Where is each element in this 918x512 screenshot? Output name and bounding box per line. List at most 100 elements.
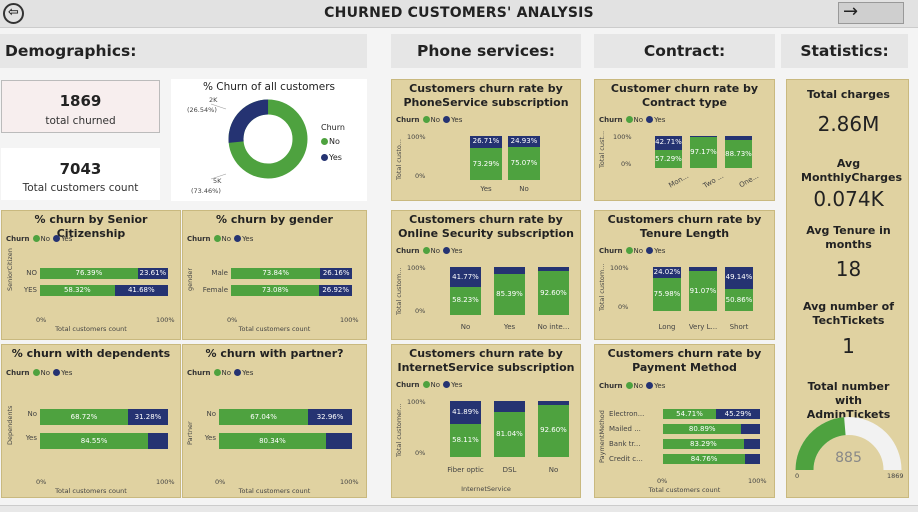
stat-total-charges-value: 2.86M [817, 112, 880, 136]
stat-avg-tech-label: Avg number of TechTickets [802, 300, 895, 327]
y-axis-label: Total cust... [598, 130, 606, 168]
kpi-churned-value: 1869 [59, 92, 102, 110]
donut-card: % Churn of all customers 2K (26.54%) 5K … [171, 79, 367, 201]
donut-no-pct: (73.46%) [191, 187, 221, 195]
legend-yes-label: Yes [242, 369, 254, 377]
legend-no-dot [422, 381, 430, 388]
chart-legend: Churn No Yes [6, 369, 72, 377]
bar-category-label: No [27, 410, 37, 418]
legend-no-dot [32, 369, 40, 376]
donut-yes-pct: (26.54%) [187, 106, 217, 114]
legend-yes-dot [53, 235, 61, 242]
bar-segment-no: 75.07% [508, 146, 540, 180]
legend-yes-dot [646, 382, 654, 389]
bar-category-label: Mon... [667, 172, 690, 190]
vbar-card-security: Customers churn rate by Online Security … [391, 210, 581, 340]
bottom-tab-strip [0, 505, 918, 512]
legend-no-label: No [633, 247, 644, 255]
legend-title: Churn [599, 247, 623, 255]
legend-yes-label: Yes [654, 247, 666, 255]
gauge-min: 0 [795, 472, 800, 480]
bar-segment-yes: 41.77% [450, 267, 481, 288]
y-axis-label: gender [186, 267, 194, 291]
chart-legend: Churn No Yes [599, 116, 665, 124]
donut-yes-count: 2K [209, 96, 218, 104]
legend-yes-dot [234, 235, 242, 242]
x-tick-min: 0% [36, 478, 47, 486]
y-axis-label: PaymentMethod [598, 410, 606, 463]
legend-title: Churn [396, 116, 420, 124]
legend-title: Churn [6, 235, 30, 243]
y-tick-max: 100% [407, 133, 426, 141]
bar-category-label: Female [202, 286, 228, 294]
hbar-card-2: % churn with dependents Churn No Yes No 68.72… [1, 344, 181, 498]
page-title: CHURNED CUSTOMERS' ANALYSIS [324, 5, 594, 21]
legend-no-label: No [430, 116, 441, 124]
chart-title: Customers churn rate by Tenure Length [607, 213, 762, 240]
y-tick-min: 0% [618, 303, 629, 311]
bar-segment-no: 57.29% [655, 149, 682, 168]
chart-legend: Churn No Yes [396, 381, 462, 389]
bar-segment-no: 50.86% [725, 288, 753, 311]
bar-category-label: Short [729, 323, 749, 331]
x-tick-max: 100% [748, 477, 767, 485]
kpi-total-label: Total customers count [22, 182, 139, 194]
bar-category-label: No [548, 466, 559, 474]
stat-total-charges-label: Total charges [807, 88, 890, 101]
bar-segment-yes: 41.89% [450, 401, 481, 425]
section-statistics: Statistics: [781, 34, 908, 68]
bar-category-label: Yes [204, 434, 216, 442]
vbar-card-contract: Customer churn rate by Contract type Chur… [594, 79, 775, 201]
legend-no-dot [422, 247, 430, 254]
legend-title: Churn [187, 235, 211, 243]
y-tick-min: 0% [415, 172, 426, 180]
chart-legend: Churn No Yes [6, 235, 72, 243]
bar-segment-no: 73.08% [231, 285, 320, 296]
legend-no-label: No [633, 116, 644, 124]
legend-no-dot [32, 235, 40, 242]
hbar-card-payment: Customers churn rate by Payment Method Ch… [594, 344, 775, 498]
bar-category-label: NO [26, 269, 37, 277]
bar-segment-no: 88.73% [725, 139, 752, 168]
y-axis-label: Total customer... [395, 403, 403, 457]
bar-category-label: Bank tr... [609, 440, 641, 448]
chart-title: % churn by gender [216, 213, 333, 226]
bar-segment-yes [741, 424, 760, 434]
x-tick-max: 100% [156, 316, 175, 324]
gauge-max: 1869 [887, 472, 904, 480]
bar-segment-no: 97.17% [690, 136, 717, 168]
hbar-card-0: % churn by Senior Citizenship Churn No Yes N… [1, 210, 181, 340]
y-axis-label: Total custo... [395, 139, 403, 180]
kpi-total-value: 7043 [59, 160, 102, 178]
chart-title: Customers churn rate by Online Security … [398, 213, 574, 240]
forward-arrow-icon[interactable]: → [838, 2, 904, 24]
bar-segment-yes: 41.68% [114, 285, 168, 296]
legend-yes-label: Yes [654, 116, 666, 124]
bar-category-label: Yes [25, 434, 37, 442]
y-tick-max: 100% [407, 264, 426, 272]
legend-no-dot [213, 369, 221, 376]
bar-segment-yes: 24.02% [653, 267, 681, 278]
bar-segment-yes: 42.71% [655, 136, 682, 150]
stat-avg-tech-value: 1 [842, 334, 855, 358]
bar-segment-no: 83.29% [663, 439, 744, 449]
legend-no-label: No [40, 369, 51, 377]
donut-legend-no: No [321, 137, 340, 146]
x-tick-max: 100% [340, 316, 359, 324]
section-phone: Phone services: [391, 34, 581, 68]
donut-legend-yes: Yes [321, 153, 342, 162]
bar-category-label: Mailed ... [609, 425, 641, 433]
legend-no-label: No [221, 235, 232, 243]
bar-category-label: YES [23, 286, 37, 294]
chart-legend: Churn No Yes [599, 382, 665, 390]
bar-segment-yes: 24.93% [508, 136, 540, 147]
legend-yes-label: Yes [654, 382, 666, 390]
legend-no-dot [625, 382, 633, 389]
legend-yes-dot [234, 369, 242, 376]
chart-title: Customers churn rate by Payment Method [607, 347, 762, 374]
chart-legend: Churn No Yes [599, 247, 665, 255]
bar-category-label: No [206, 410, 216, 418]
bar-segment-no: 91.07% [689, 270, 717, 311]
kpi-total-customers: 7043 Total customers count [1, 148, 160, 200]
kpi-churned-label: total churned [45, 115, 116, 127]
